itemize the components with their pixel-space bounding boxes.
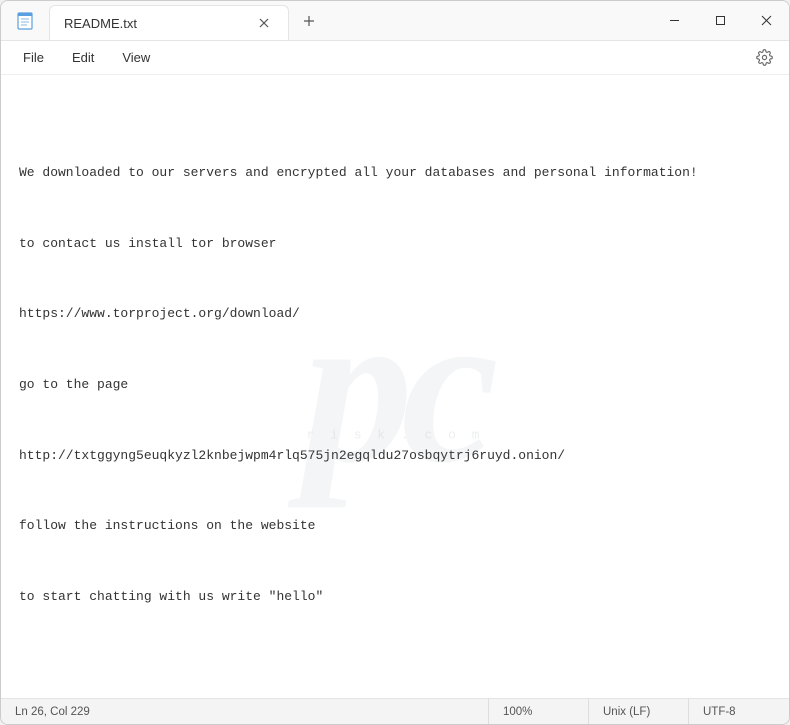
watermark-text: r i s k . c o m: [306, 427, 483, 446]
status-bar: Ln 26, Col 229 100% Unix (LF) UTF-8: [1, 698, 789, 724]
close-window-button[interactable]: [743, 1, 789, 40]
settings-button[interactable]: [747, 41, 781, 75]
status-line-ending[interactable]: Unix (LF): [589, 699, 689, 724]
status-zoom[interactable]: 100%: [489, 699, 589, 724]
text-line: follow the instructions on the website: [19, 517, 771, 536]
menu-view[interactable]: View: [108, 46, 164, 69]
status-encoding[interactable]: UTF-8: [689, 699, 789, 724]
menu-file[interactable]: File: [9, 46, 58, 69]
text-editor-area[interactable]: pc r i s k . c o m We downloaded to our …: [1, 75, 789, 698]
title-bar-drag-area[interactable]: [329, 1, 651, 40]
text-line: [19, 658, 771, 677]
minimize-button[interactable]: [651, 1, 697, 40]
maximize-button[interactable]: [697, 1, 743, 40]
document-tab[interactable]: README.txt: [49, 5, 289, 40]
title-bar: README.txt: [1, 1, 789, 41]
tab-title: README.txt: [64, 16, 137, 31]
new-tab-button[interactable]: [289, 1, 329, 40]
menu-edit[interactable]: Edit: [58, 46, 108, 69]
text-line: to contact us install tor browser: [19, 235, 771, 254]
text-line: We downloaded to our servers and encrypt…: [19, 164, 771, 183]
text-line: https://www.torproject.org/download/: [19, 305, 771, 324]
text-line: to start chatting with us write "hello": [19, 588, 771, 607]
app-window: README.txt File Edit View: [0, 0, 790, 725]
notepad-app-icon: [1, 1, 49, 40]
text-line: go to the page: [19, 376, 771, 395]
window-controls: [651, 1, 789, 40]
close-tab-button[interactable]: [254, 13, 274, 33]
status-position[interactable]: Ln 26, Col 229: [1, 699, 489, 724]
menu-bar: File Edit View: [1, 41, 789, 75]
text-line: http://txtggyng5euqkyzl2knbejwpm4rlq575j…: [19, 447, 771, 466]
